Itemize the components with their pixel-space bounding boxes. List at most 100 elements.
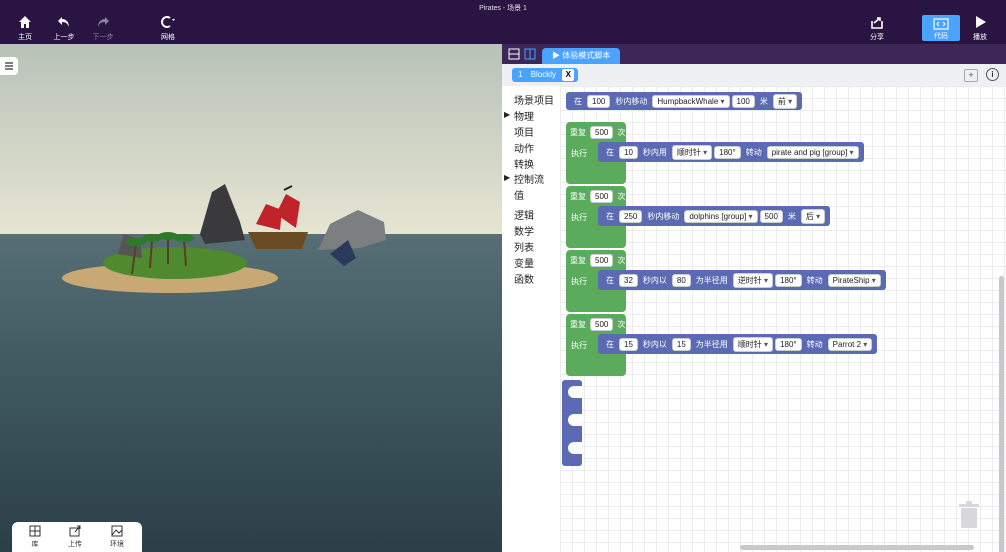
move-block[interactable]: 在 250 秒内移动 dolphins [group] 500 米 后 (598, 206, 831, 226)
home-button[interactable]: 主页 (5, 14, 45, 42)
repeat-block[interactable]: 重复 500次 执行 在 10 秒内用 顺时针 180° 转动 pirate an… (566, 122, 864, 184)
file-index: 1 (518, 70, 523, 79)
rotate-block[interactable]: 在 10 秒内用 顺时针 180° 转动 pirate and pig [gro… (598, 142, 864, 162)
category-math[interactable]: 数学 (514, 223, 534, 238)
repeat-count-field[interactable]: 500 (590, 254, 614, 267)
rotation-direction-dropdown[interactable]: 逆时针 (732, 272, 774, 288)
repeat-block[interactable]: 重复 500次 执行 在 15 秒内以 15 为半径用 顺时针 180° 转动 P… (566, 314, 878, 376)
top-bar: Pirates - 场景 1 主页 上一步 下一步 网格 分享 代码 播放 (0, 0, 1006, 44)
empty-block-stack[interactable] (562, 380, 582, 466)
block-text: 转动 (806, 275, 823, 285)
category-actions[interactable]: 动作 (514, 140, 534, 155)
info-icon[interactable]: i (986, 68, 999, 81)
panel-icon[interactable] (524, 48, 536, 60)
environment-button[interactable]: 环境 (102, 525, 132, 549)
file-tabs: 1 Blockly X + i (502, 64, 1006, 87)
layout-icon[interactable] (508, 48, 520, 60)
target-dropdown[interactable]: HumpbackWhale (652, 94, 730, 108)
degrees-field[interactable]: 180° (775, 273, 802, 287)
target-dropdown[interactable]: PirateShip (827, 273, 881, 287)
target-dropdown[interactable]: pirate and pig [group] (766, 145, 859, 159)
block-text: 秒内移动 (647, 211, 680, 221)
seconds-field[interactable]: 100 (587, 94, 611, 108)
seconds-field[interactable]: 10 (619, 145, 638, 159)
home-icon (19, 16, 31, 28)
upload-button[interactable]: 上传 (60, 525, 90, 549)
category-transform[interactable]: 转换 (514, 156, 534, 171)
vertical-scrollbar[interactable] (999, 276, 1004, 552)
category-functions[interactable]: 函数 (514, 271, 534, 286)
scene-render (0, 44, 502, 552)
file-tab-blockly[interactable]: 1 Blockly X (512, 68, 579, 82)
distance-field[interactable]: 100 (731, 94, 755, 108)
seconds-field[interactable]: 32 (619, 273, 638, 287)
direction-dropdown[interactable]: 前 (772, 93, 798, 109)
direction-dropdown[interactable]: 后 (800, 208, 826, 224)
orbit-block[interactable]: 在 32 秒内以 80 为半径用 逆时针 180° 转动 PirateShip (598, 270, 886, 290)
repeat-count-field[interactable]: 500 (590, 126, 614, 139)
trash-icon[interactable] (958, 500, 980, 530)
exec-label: 执行 (571, 341, 587, 350)
category-items[interactable]: 项目 (514, 124, 534, 139)
block-text: 在 (606, 275, 614, 285)
category-control[interactable]: 控制流 (514, 171, 544, 186)
repeat-count-field[interactable]: 500 (590, 190, 614, 203)
library-button[interactable]: 库 (20, 525, 50, 549)
environment-icon (111, 525, 123, 537)
redo-label: 下一步 (92, 34, 114, 41)
block-text: 在 (606, 211, 614, 221)
degrees-field[interactable]: 180° (775, 337, 802, 351)
window-title: Pirates - 场景 1 (479, 5, 527, 12)
category-physics[interactable]: 物理 (514, 108, 534, 123)
seconds-field[interactable]: 250 (619, 209, 643, 223)
category-variables[interactable]: 变量 (514, 255, 534, 270)
category-scene[interactable]: 场景项目 (514, 92, 554, 107)
repeat-label: 重复 (570, 320, 586, 329)
block-text: 秒内以 (642, 275, 667, 285)
list-icon (5, 62, 13, 70)
close-icon[interactable]: X (562, 69, 575, 81)
times-label: 次 (617, 320, 626, 329)
blockly-workspace[interactable]: 在 100 秒内移动 HumpbackWhale 100 米 前 重复 500次 … (560, 86, 1006, 552)
distance-field[interactable]: 500 (759, 209, 783, 223)
snap-icon (161, 16, 175, 28)
scene-view[interactable]: 库 上传 环境 (0, 44, 502, 552)
target-dropdown[interactable]: dolphins [group] (684, 209, 758, 223)
block-text: 米 (787, 211, 796, 221)
rotation-direction-dropdown[interactable]: 顺时针 (671, 144, 713, 160)
category-list: 场景项目 ▶ 物理 项目 动作 转换 ▶ 控制流 值 逻辑 数学 列表 变量 函… (502, 86, 560, 552)
share-button[interactable]: 分享 (857, 14, 897, 42)
scene-list-toggle[interactable] (0, 57, 18, 75)
expand-arrow-icon[interactable]: ▶ (504, 173, 510, 182)
category-values[interactable]: 值 (514, 187, 524, 202)
times-label: 次 (617, 128, 626, 137)
repeat-count-field[interactable]: 500 (590, 318, 614, 331)
play-button[interactable]: 播放 (960, 14, 1000, 42)
grid-button[interactable]: 网格 (148, 14, 188, 42)
code-button[interactable]: 代码 (922, 15, 960, 41)
horizontal-scrollbar[interactable] (740, 545, 974, 550)
orbit-block[interactable]: 在 15 秒内以 15 为半径用 顺时针 180° 转动 Parrot 2 (598, 334, 878, 354)
repeat-label: 重复 (570, 192, 586, 201)
tab-play-icon: ▶ (552, 51, 563, 60)
repeat-block[interactable]: 重复 500次 执行 在 32 秒内以 80 为半径用 逆时针 180° 转动 P… (566, 250, 886, 312)
category-logic[interactable]: 逻辑 (514, 207, 534, 222)
add-file-button[interactable]: + (964, 69, 978, 82)
exec-label: 执行 (571, 277, 587, 286)
seconds-field[interactable]: 15 (619, 337, 638, 351)
scene-bottom-tools: 库 上传 环境 (12, 522, 142, 552)
move-block[interactable]: 在 100 秒内移动 HumpbackWhale 100 米 前 (566, 92, 803, 110)
radius-field[interactable]: 80 (671, 273, 691, 287)
target-dropdown[interactable]: Parrot 2 (827, 337, 873, 351)
redo-button[interactable]: 下一步 (83, 14, 123, 42)
rotation-direction-dropdown[interactable]: 顺时针 (732, 336, 774, 352)
tab-script[interactable]: ▶ 体验模式脚本 (542, 48, 621, 64)
repeat-block[interactable]: 重复500次 执行 在 250 秒内移动 dolphins [group] 50… (566, 186, 831, 248)
degrees-field[interactable]: 180° (714, 145, 741, 159)
category-lists[interactable]: 列表 (514, 239, 534, 254)
radius-field[interactable]: 15 (671, 337, 691, 351)
play-icon (976, 16, 986, 28)
block-text: 在 (606, 339, 614, 349)
expand-arrow-icon[interactable]: ▶ (504, 110, 510, 119)
undo-button[interactable]: 上一步 (44, 14, 84, 42)
